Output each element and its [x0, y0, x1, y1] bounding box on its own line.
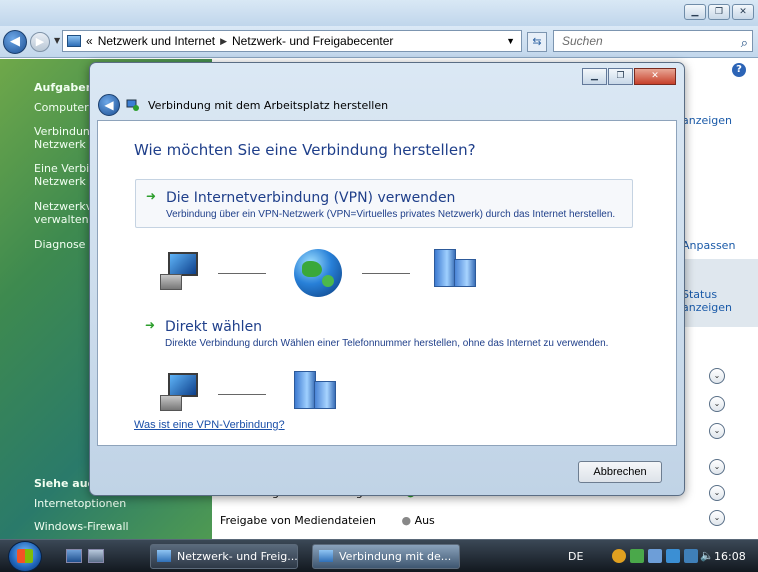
sidebar-item-network-setup[interactable]: Netzwerk e [34, 175, 96, 188]
breadcrumb-separator-icon[interactable]: ▶ [220, 36, 227, 47]
close-button[interactable]: ✕ [732, 4, 754, 20]
status-view-link[interactable]: anzeigen [682, 301, 732, 314]
sidebar-item-computer[interactable]: Computer [34, 101, 89, 114]
option-description: Direkte Verbindung durch Wählen einer Te… [165, 338, 609, 349]
sidebar-link-windows-firewall[interactable]: Windows-Firewall [34, 520, 129, 533]
clock[interactable]: 16:08 [714, 550, 746, 563]
explorer-window-controls: ▁ ❐ ✕ [684, 4, 754, 20]
refresh-button[interactable]: ⇆ [527, 32, 547, 52]
vpn-wizard-dialog: ▁ ❐ ✕ ◀ Verbindung mit dem Arbeitsplatz … [89, 62, 685, 496]
green-arrow-icon: ➜ [146, 189, 157, 203]
taskbar-button-label: Netzwerk- und Freig... [177, 550, 298, 563]
option-use-vpn[interactable]: ➜ Die Internetverbindung (VPN) verwenden… [135, 179, 633, 228]
connection-line [218, 273, 266, 274]
expand-chevron-icon[interactable]: ⌄ [709, 510, 725, 526]
workplace-building-icon [434, 249, 476, 287]
network-icon [67, 35, 81, 47]
help-icon[interactable]: ? [732, 63, 746, 77]
internet-globe-icon [294, 249, 342, 297]
network-connection-icon [319, 550, 333, 562]
computer-icon [160, 250, 200, 290]
option-title: Direkt wählen [165, 319, 263, 335]
sidebar-item-diagnose[interactable]: Diagnose u [34, 238, 96, 251]
recent-pages-dropdown-icon[interactable]: ▼ [54, 36, 60, 45]
sidebar-link-internet-options[interactable]: Internetoptionen [34, 497, 126, 510]
option-title: Die Internetverbindung (VPN) verwenden [166, 190, 456, 206]
expand-chevron-icon[interactable]: ⌄ [709, 396, 725, 412]
address-bar[interactable]: « Netzwerk und Internet ▶ Netzwerk- und … [62, 30, 522, 52]
dialog-minimize-button[interactable]: ▁ [582, 68, 607, 85]
sidebar-item-manage-label[interactable]: verwalten [34, 213, 89, 226]
taskbar-button-sharing-center[interactable]: Netzwerk- und Freig... [150, 544, 298, 569]
address-dropdown-icon[interactable]: ▼ [506, 36, 515, 46]
expand-chevron-icon[interactable]: ⌄ [709, 368, 725, 384]
expand-chevron-icon[interactable]: ⌄ [709, 459, 725, 475]
address-toolbar: ◀ ▶ ▼ « Netzwerk und Internet ▶ Netzwerk… [0, 26, 758, 58]
dialog-back-button[interactable]: ◀ [98, 94, 120, 116]
minimize-button[interactable]: ▁ [684, 4, 706, 20]
network-icon [157, 550, 171, 562]
network-tray-icon[interactable] [648, 549, 662, 563]
volume-icon[interactable]: 🔈 [700, 549, 714, 563]
connection-tray-icon[interactable] [684, 549, 698, 563]
dialog-close-button[interactable]: ✕ [634, 68, 676, 85]
sidebar-item-manage-network[interactable]: Netzwerkv [34, 200, 92, 213]
customize-link[interactable]: Anpassen [682, 239, 735, 252]
option-dial-directly[interactable]: ➜ Direkt wählen Direkte Verbindung durch… [135, 309, 633, 356]
dialog-content: Wie möchten Sie eine Verbindung herstell… [97, 120, 677, 446]
language-indicator[interactable]: DE [568, 550, 583, 563]
vpn-help-link[interactable]: Was ist eine VPN-Verbindung? [134, 419, 285, 431]
back-button[interactable]: ◀ [3, 30, 27, 54]
breadcrumb-sharing-center[interactable]: Netzwerk- und Freigabecenter [232, 34, 393, 48]
taskbar-button-label: Verbindung mit de... [339, 550, 452, 563]
forward-button[interactable]: ▶ [30, 32, 50, 52]
dialog-heading: Wie möchten Sie eine Verbindung herstell… [134, 141, 476, 159]
media-sharing-row: Freigabe von Mediendateien ● Aus [220, 514, 435, 527]
search-icon[interactable]: ⌕ [741, 33, 748, 53]
show-desktop-icon[interactable] [66, 549, 82, 563]
connection-line [218, 394, 266, 395]
connection-line [362, 273, 410, 274]
taskbar: Netzwerk- und Freig... Verbindung mit de… [0, 539, 758, 572]
search-placeholder: Suchen [562, 34, 603, 48]
computer-icon [160, 371, 200, 411]
cancel-button[interactable]: Abbrechen [578, 461, 662, 483]
breadcrumb-overflow[interactable]: « [86, 34, 93, 48]
sidebar-item-new-connection[interactable]: Eine Verbin [34, 162, 96, 175]
display-icon[interactable] [666, 549, 680, 563]
view-full-map-link[interactable]: anzeigen [682, 114, 732, 127]
green-arrow-icon: ➜ [145, 318, 156, 332]
workplace-building-icon [294, 371, 336, 409]
expand-chevron-icon[interactable]: ⌄ [709, 423, 725, 439]
sidebar-item-network-add[interactable]: Netzwerk h [34, 138, 96, 151]
tasks-heading: Aufgaben [34, 81, 94, 94]
windows-logo-icon [17, 549, 33, 563]
option-description: Verbindung über ein VPN-Netzwerk (VPN=Vi… [166, 209, 616, 220]
status-dot-icon: ● [401, 514, 412, 527]
breadcrumb-network-internet[interactable]: Netzwerk und Internet [98, 34, 215, 48]
taskbar-button-vpn-wizard[interactable]: Verbindung mit de... [312, 544, 460, 569]
status-link[interactable]: Status [682, 288, 717, 301]
update-icon[interactable] [630, 549, 644, 563]
media-sharing-label: Freigabe von Mediendateien [220, 514, 376, 527]
maximize-button[interactable]: ❐ [708, 4, 730, 20]
dialog-maximize-button[interactable]: ❐ [608, 68, 633, 85]
security-shield-icon[interactable] [612, 549, 626, 563]
expand-chevron-icon[interactable]: ⌄ [709, 485, 725, 501]
media-sharing-value: Aus [414, 514, 435, 527]
dialog-title: Verbindung mit dem Arbeitsplatz herstell… [148, 99, 389, 112]
search-input[interactable]: Suchen ⌕ [553, 30, 753, 52]
switch-windows-icon[interactable] [88, 549, 104, 563]
dialog-window-controls: ▁ ❐ ✕ [582, 68, 676, 85]
network-connection-icon [126, 99, 139, 111]
sidebar-item-connection[interactable]: Verbindung [34, 125, 97, 138]
